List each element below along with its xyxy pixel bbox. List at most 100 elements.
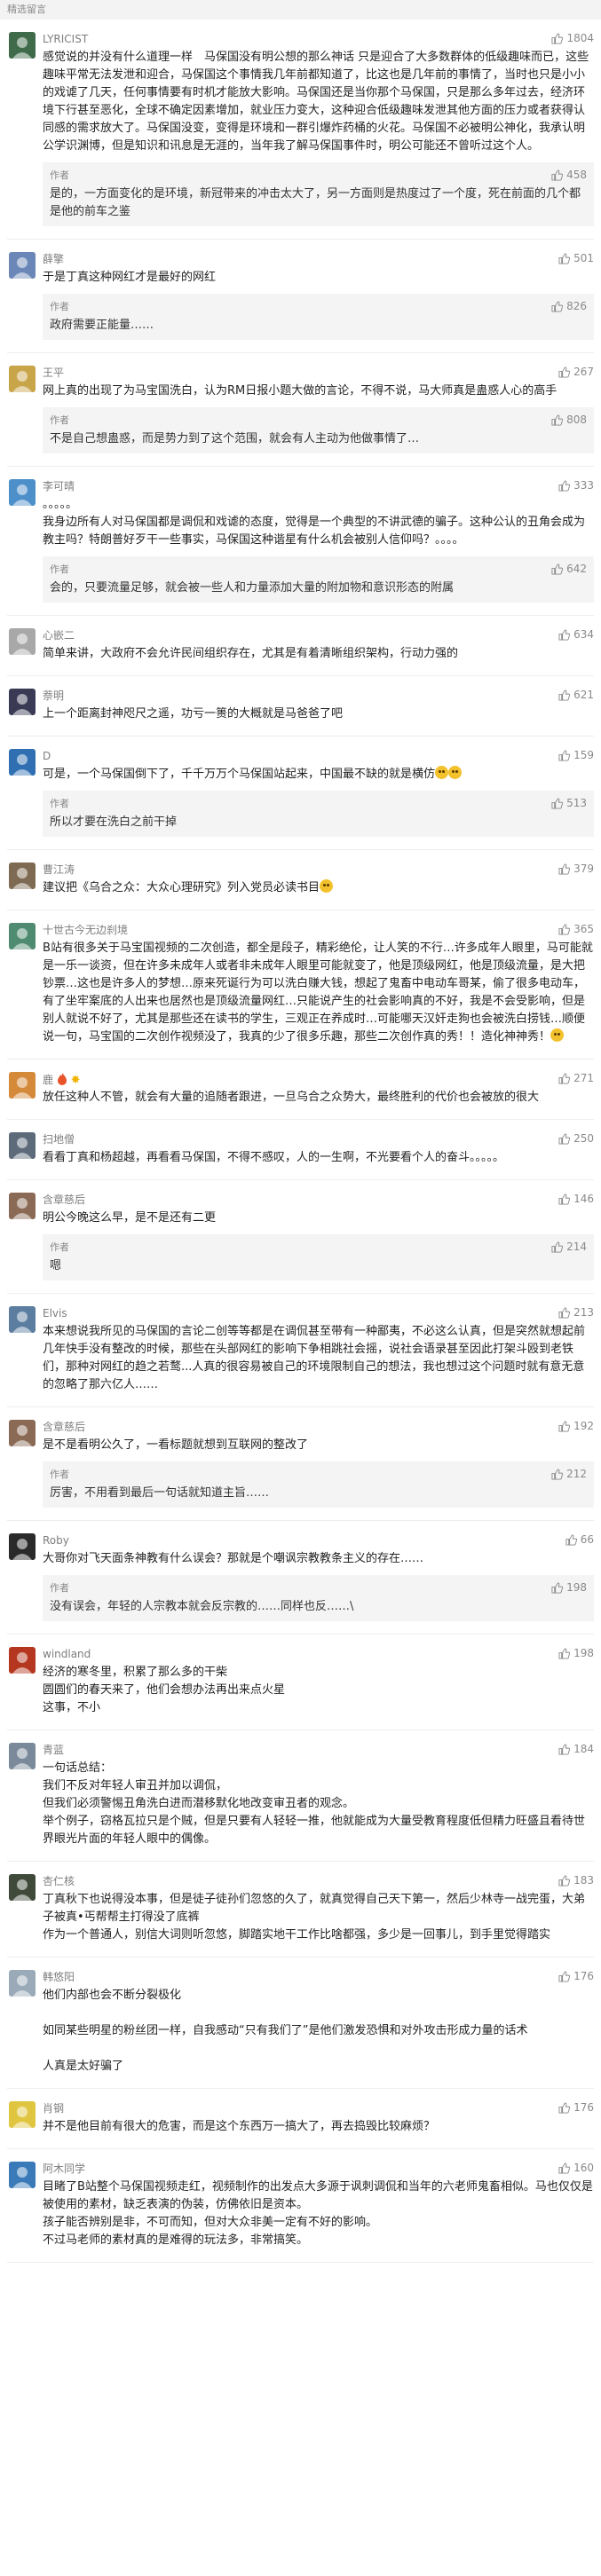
reply-like-button[interactable]: 642 [551,563,587,575]
like-button[interactable]: 159 [558,749,594,761]
comment-text: 丁真秋下也说得没本事，但是徒子徒孙们忽悠的久了，就真觉得自己天下第一，然后少林寺… [43,1893,586,1942]
thumb-up-icon [558,252,571,264]
reply-like-count: 826 [566,300,587,312]
like-button[interactable]: 621 [558,689,594,701]
like-button[interactable]: 250 [558,1132,594,1145]
thumb-up-icon [558,1647,571,1659]
user-avatar[interactable] [9,479,36,506]
smile-emoji-icon [435,766,449,779]
comment-text: 明公今晚这么早，是不是还有二更 [43,1211,217,1225]
user-avatar[interactable] [9,2162,36,2188]
user-avatar[interactable] [9,1193,36,1219]
thumb-up-icon [558,1420,571,1432]
user-avatar[interactable] [9,32,36,59]
comment-text: 放任这种人不管，就会有大量的追随者跟进，一旦乌合之众势大，最终胜利的代价也会被放… [43,1091,540,1104]
comment-text: 感觉说的并没有什么道理一样 马保国没有明公想的那么神话 只是迎合了大多数群体的低… [43,51,589,153]
user-avatar[interactable] [9,1132,36,1159]
comment-text: 建议把《乌合之众：大众心理研究》列入党员必读书目 [43,879,594,897]
comment-text: 一句话总结： 我们不反对年轻人审丑并加以调侃， 但我们必须警惕丑角洗白进而潜移默化地… [43,1761,586,1846]
user-avatar[interactable] [9,749,36,776]
like-button[interactable]: 365 [558,923,594,935]
thumb-up-icon [558,1193,571,1205]
like-button[interactable]: 1804 [551,32,594,44]
username: 含章慈后 [43,1193,86,1206]
username: 薛擎 [43,253,65,265]
like-count: 501 [573,252,594,264]
user-avatar[interactable] [9,1533,36,1560]
username: 曹江涛 [43,863,75,876]
user-avatar[interactable] [9,628,36,655]
like-button[interactable]: 634 [558,628,594,641]
thumb-up-icon [551,1241,564,1253]
like-button[interactable]: 176 [558,2101,594,2114]
like-button[interactable]: 271 [558,1072,594,1084]
like-button[interactable]: 267 [558,366,594,378]
user-avatar[interactable] [9,252,36,279]
reply-like-button[interactable]: 826 [551,300,587,312]
comment-text: 目睹了B站整个马保国视频走红，视频制作的出发点大多源于讽刺调侃和当年的六老师鬼畜… [43,2180,593,2247]
reply-like-button[interactable]: 458 [551,169,587,181]
like-count: 634 [573,628,594,641]
like-button[interactable]: 198 [558,1647,594,1659]
comment-item: 心嵌二 634 简单来讲，大政府不会允许民间组织存在，尤其是有着清晰组织架构，行… [7,616,594,676]
username: 萘明 [43,689,65,702]
comment-text: 并不是他目前有很大的危害，而是这个东西万一搞大了，再去捣毁比较麻烦？ [43,2120,436,2133]
reply-text: 没有误会，年轻的人宗教本就会反宗教的……同样也反……\ [50,1600,354,1613]
like-button[interactable]: 501 [558,252,594,264]
reply-text: 所以才要在洗白之前干掉 [50,815,178,829]
username: 王平 [43,366,65,379]
like-count: 183 [573,1874,594,1887]
user-avatar[interactable] [9,1874,36,1901]
user-avatar[interactable] [9,923,36,949]
like-button[interactable]: 176 [558,1970,594,1982]
author-reply: 作者 826 政府需要正能量…… [43,294,594,340]
like-count: 379 [573,863,594,875]
username: 韩悠阳 [43,1971,75,1983]
comment-text: 是不是看明公久了，一看标题就想到互联网的整改了 [43,1438,309,1452]
comment-item: LYRICIST 1804 感觉说的并没有什么道理一样 马保国没有明公想的那么神… [7,20,594,240]
user-avatar[interactable] [9,1647,36,1674]
user-avatar[interactable] [9,2101,36,2128]
like-button[interactable]: 184 [558,1743,594,1755]
like-count: 176 [573,2101,594,2114]
user-avatar[interactable] [9,366,36,392]
author-reply: 作者 513 所以才要在洗白之前干掉 [43,791,594,837]
comment-item: 扫地僧 250 看看丁真和杨超越，再看看马保国，不得不感叹，人的一生啊，不光要看… [7,1120,594,1180]
reply-text: 会的，只要流量足够，就会被一些人和力量添加大量的附加物和意识形态的附属 [50,581,455,595]
thumb-up-icon [551,300,564,312]
reply-like-count: 198 [566,1581,587,1594]
comment-text: 网上真的出现了为马宝国洗白，认为RM日报小题大做的言论，不得不说，马大师真是蛊惑… [43,384,558,398]
reply-like-button[interactable]: 513 [551,797,587,809]
like-button[interactable]: 66 [565,1533,594,1546]
username: 鹿 ✸ [43,1073,81,1087]
username: 杏仁核 [43,1875,75,1887]
reply-like-button[interactable]: 198 [551,1581,587,1594]
like-button[interactable]: 146 [558,1193,594,1205]
section-header: 精选留言 [0,0,601,20]
reply-like-button[interactable]: 214 [551,1241,587,1253]
like-button[interactable]: 183 [558,1874,594,1887]
like-button[interactable]: 213 [558,1306,594,1319]
user-avatar[interactable] [9,1743,36,1769]
like-button[interactable]: 333 [558,479,594,492]
comment-item: 杏仁核 183 丁真秋下也说得没本事，但是徒子徒孙们忽悠的久了，就真觉得自己天下… [7,1862,594,1958]
username: 阿木同学 [43,2162,86,2175]
comment-text: 。。。。。 我身边所有人对马保国都是调侃和戏谑的态度，觉得是一个典型的不讲武德的骗… [43,498,586,547]
like-button[interactable]: 192 [558,1420,594,1432]
reply-like-button[interactable]: 212 [551,1468,587,1480]
user-avatar[interactable] [9,1072,36,1099]
user-avatar[interactable] [9,1970,36,1997]
author-tag: 作者 [50,1469,69,1480]
user-avatar[interactable] [9,863,36,889]
thumb-up-icon [558,1874,571,1887]
like-button[interactable]: 160 [558,2162,594,2174]
reply-text: 嗯 [50,1259,62,1272]
reply-like-button[interactable]: 808 [551,414,587,426]
comment-item: 十世古今无边刹境 365 B站有很多关于马宝国视频的二次创造，都全是段子，精彩绝… [7,910,594,1060]
thumb-up-icon [551,563,564,575]
user-avatar[interactable] [9,689,36,715]
like-button[interactable]: 379 [558,863,594,875]
user-avatar[interactable] [9,1420,36,1446]
user-avatar[interactable] [9,1306,36,1333]
like-count: 66 [580,1533,594,1546]
